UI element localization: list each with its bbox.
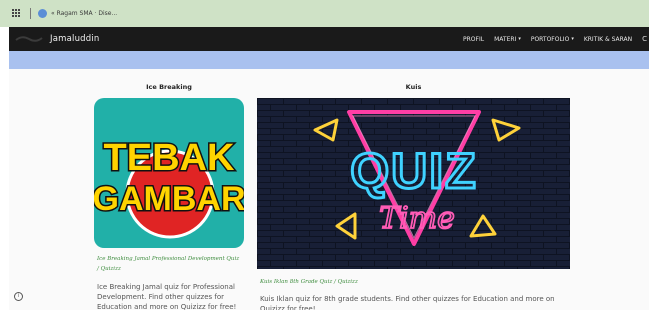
time-neon-text: Time xyxy=(379,201,455,236)
hero-band xyxy=(9,51,649,69)
site-brand[interactable]: Jamaluddin xyxy=(50,34,100,44)
nav-item-kritik-saran[interactable]: KRITIK & SARAN xyxy=(584,36,632,43)
quiz-time-thumbnail[interactable]: QUIZ Time xyxy=(257,98,570,269)
bookmarks-bar: « Ragam SMA · Dise... xyxy=(0,0,649,27)
nav-item-label: KRITIK & SARAN xyxy=(583,35,633,43)
brand-logo-icon[interactable] xyxy=(15,34,43,44)
bookmark-separator xyxy=(30,8,31,19)
site-favicon-icon xyxy=(38,9,47,18)
site-navbar: Jamaluddin PROFIL MATERI ▾ PORTOFOLIO ▾ … xyxy=(9,27,649,51)
chevron-down-icon: ▾ xyxy=(571,36,574,42)
nav-item-label: PROFIL xyxy=(463,35,485,43)
card-meta-link[interactable]: Kuis Iklan 8th Grade Quiz / Quizizz xyxy=(260,277,568,287)
nav-item-label: MATERI xyxy=(494,35,517,43)
card-meta-link[interactable]: Ice Breaking Jamal Professional Developm… xyxy=(97,254,242,274)
quiz-neon-text: QUIZ xyxy=(350,143,477,199)
chevron-down-icon: ▾ xyxy=(518,36,521,42)
nav-item-portofolio[interactable]: PORTOFOLIO ▾ xyxy=(531,36,574,43)
nav-overflow-item[interactable]: C xyxy=(642,35,647,43)
card-title-kuis: Kuis xyxy=(405,83,422,91)
tebak-gambar-image: TEBAK GAMBAR xyxy=(94,136,244,239)
tebak-gambar-thumbnail[interactable]: TEBAK GAMBAR xyxy=(94,98,244,248)
nav-item-label: PORTOFOLIO xyxy=(530,35,570,43)
nav-item-materi[interactable]: MATERI ▾ xyxy=(494,36,521,43)
nav-item-profil[interactable]: PROFIL xyxy=(463,36,484,43)
tebak-text: TEBAK xyxy=(104,137,235,179)
nav-menu: PROFIL MATERI ▾ PORTOFOLIO ▾ KRITIK & SA… xyxy=(463,27,649,51)
info-icon[interactable]: i xyxy=(14,292,23,301)
bookmark-link[interactable]: « Ragam SMA · Dise... xyxy=(51,10,117,17)
card-description: Kuis Iklan quiz for 8th grade students. … xyxy=(260,295,555,310)
card-title-ice-breaking: Ice Breaking xyxy=(146,83,192,91)
apps-grid-icon[interactable] xyxy=(12,9,21,18)
gambar-text: GAMBAR xyxy=(94,180,244,218)
card-description: Ice Breaking Jamal quiz for Professional… xyxy=(97,283,237,310)
quiz-time-image: QUIZ Time xyxy=(257,98,570,269)
